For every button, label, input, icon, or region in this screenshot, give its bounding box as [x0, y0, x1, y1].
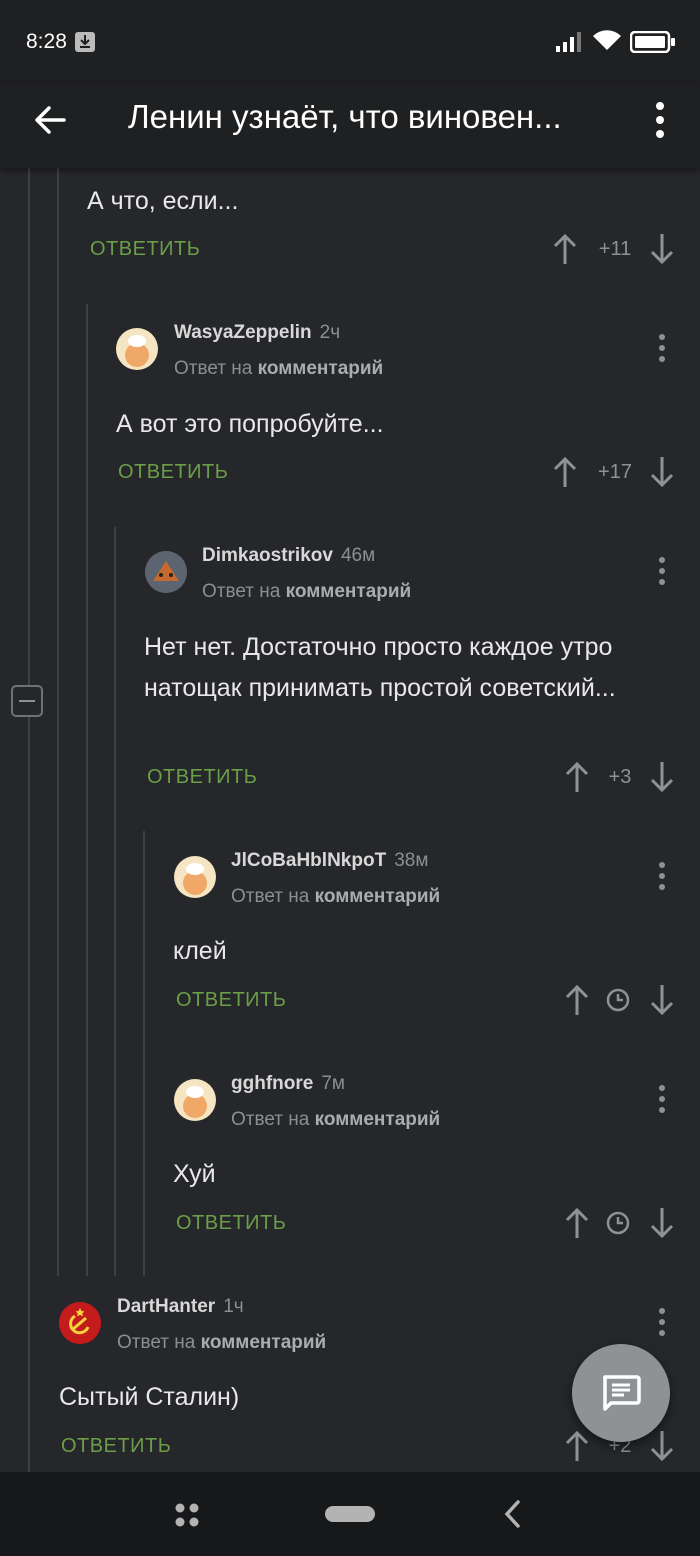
comment-text: А что, если... [87, 187, 239, 215]
thread-line [114, 527, 116, 1276]
collapse-icon[interactable] [11, 685, 43, 717]
reply-button[interactable]: ОТВЕТИТЬ [176, 1212, 286, 1235]
status-bar: 8:28 [0, 0, 700, 84]
vote-controls: +17 [545, 453, 685, 493]
more-vert-icon[interactable] [650, 1082, 674, 1116]
more-vert-icon[interactable] [650, 859, 674, 893]
thread-line [57, 168, 59, 1276]
comment-time: 2ч [319, 322, 341, 343]
more-vert-icon[interactable] [650, 554, 674, 588]
reply-to-link[interactable]: комментарий [258, 358, 384, 379]
comment-score: +3 [608, 766, 632, 788]
comment-score: +17 [598, 461, 632, 483]
signal-icon [556, 32, 581, 52]
reply-to: Ответ на комментарий [231, 1109, 441, 1130]
comment-time: 1ч [223, 1296, 244, 1317]
comment-author[interactable]: Dimkaostrikov 46м [202, 545, 375, 567]
more-vert-icon[interactable] [650, 331, 674, 365]
arrow-up-icon[interactable] [551, 455, 579, 489]
comment-author[interactable]: DartHanter 1ч [117, 1296, 244, 1318]
comment-author[interactable]: JlCoBaHblNkpoT 38м [231, 850, 428, 872]
comment-text: Хуй [173, 1160, 216, 1188]
status-time: 8:28 [26, 30, 67, 53]
nav-back-icon[interactable] [500, 1498, 526, 1530]
reply-to-link[interactable]: комментарий [286, 581, 412, 602]
more-vert-icon[interactable] [648, 100, 672, 140]
avatar[interactable] [174, 856, 216, 898]
reply-to-link[interactable]: комментарий [315, 886, 441, 907]
reply-to: Ответ на комментарий [202, 581, 412, 602]
arrow-up-icon[interactable] [563, 1206, 591, 1240]
comment-author[interactable]: gghfnore 7м [231, 1073, 345, 1095]
comment-time: 38м [394, 850, 429, 871]
page-title: Ленин узнаёт, что виновен... [128, 98, 562, 135]
thread-line [86, 304, 88, 1276]
home-pill[interactable] [325, 1506, 375, 1522]
clock-icon [606, 1211, 630, 1235]
comment-score: +11 [598, 238, 632, 260]
comment-author[interactable]: WasyaZeppelin 2ч [174, 322, 340, 344]
clock-icon [606, 988, 630, 1012]
reply-to: Ответ на комментарий [117, 1332, 327, 1353]
vote-controls [545, 981, 685, 1021]
comment-icon [602, 1375, 641, 1411]
arrow-down-icon[interactable] [648, 1206, 676, 1240]
app-bar: Ленин узнаёт, что виновен... [0, 84, 700, 168]
comment-time: 46м [340, 545, 376, 566]
comment-text: А вот это попробуйте... [116, 410, 384, 438]
reply-to-link[interactable]: комментарий [201, 1332, 327, 1353]
comment-text: Нет нет. Достаточно просто каждое утро н… [144, 633, 616, 702]
reply-button[interactable]: ОТВЕТИТЬ [61, 1435, 171, 1458]
avatar[interactable] [174, 1079, 216, 1121]
comment-text: Сытый Сталин) [59, 1383, 240, 1411]
comment-text: клей [173, 937, 227, 965]
download-icon [75, 32, 95, 52]
arrow-down-icon[interactable] [648, 455, 676, 489]
arrow-down-icon[interactable] [648, 760, 676, 794]
wifi-icon [593, 30, 621, 50]
arrow-up-icon[interactable] [551, 232, 579, 266]
more-vert-icon[interactable] [650, 1305, 674, 1339]
reply-button[interactable]: ОТВЕТИТЬ [176, 989, 286, 1012]
arrow-down-icon[interactable] [648, 983, 676, 1017]
vote-controls [545, 1204, 685, 1244]
reply-button[interactable]: ОТВЕТИТЬ [147, 766, 257, 789]
arrow-up-icon[interactable] [563, 760, 591, 794]
arrow-down-icon[interactable] [648, 232, 676, 266]
reply-to: Ответ на комментарий [231, 886, 441, 907]
avatar[interactable] [116, 328, 158, 370]
system-nav-bar [0, 1472, 700, 1556]
arrow-up-icon[interactable] [563, 1429, 591, 1463]
avatar[interactable] [145, 551, 187, 593]
comment-time: 7м [321, 1073, 345, 1094]
thread-line [143, 831, 145, 1276]
reply-to-link[interactable]: комментарий [315, 1109, 441, 1130]
recents-icon[interactable] [174, 1502, 200, 1528]
arrow-down-icon[interactable] [648, 1429, 676, 1463]
reply-button[interactable]: ОТВЕТИТЬ [90, 238, 200, 261]
vote-controls: +11 [545, 230, 685, 270]
vote-controls: +3 [545, 758, 685, 798]
reply-button[interactable]: ОТВЕТИТЬ [118, 461, 228, 484]
battery-icon [630, 31, 675, 53]
avatar[interactable] [59, 1302, 101, 1344]
comment-fab[interactable] [572, 1344, 670, 1442]
comment-thread: А что, если... ОТВЕТИТЬ +11 WasyaZeppeli… [0, 168, 700, 1473]
back-arrow-icon[interactable] [32, 102, 68, 138]
arrow-up-icon[interactable] [563, 983, 591, 1017]
thread-line [28, 168, 30, 1473]
reply-to: Ответ на комментарий [174, 358, 384, 379]
